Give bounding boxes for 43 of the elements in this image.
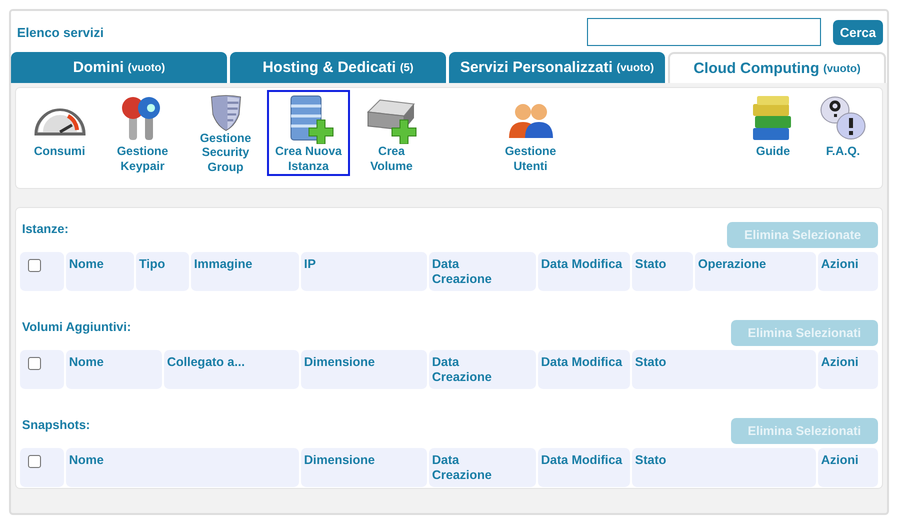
- section-title: Istanze:: [22, 222, 69, 236]
- column-header: Stato: [632, 252, 693, 291]
- toolbar-item[interactable]: Crea Volume: [350, 90, 433, 176]
- toolbar-item[interactable]: Consumi: [18, 90, 101, 176]
- toolbar-item[interactable]: Gestione Security Group: [184, 90, 267, 176]
- column-header: Data Modifica: [538, 350, 630, 389]
- column-header: Azioni: [818, 350, 878, 389]
- toolbar-item[interactable]: F.A.Q.: [808, 90, 878, 176]
- column-header: Data Creazione: [429, 350, 536, 389]
- page-title: Elenco servizi: [17, 24, 104, 40]
- column-header: IP: [301, 252, 427, 291]
- column-header: Immagine: [191, 252, 299, 291]
- tab[interactable]: Hosting & Dedicati (5): [230, 52, 446, 83]
- section-title: Volumi Aggiuntivi:: [22, 320, 132, 334]
- column-header: Dimensione: [301, 448, 427, 487]
- column-header: Data Modifica: [538, 252, 630, 291]
- toolbar-item[interactable]: Gestione Utenti: [489, 90, 572, 176]
- toolbar-item[interactable]: Crea Nuova Istanza: [267, 90, 350, 176]
- column-header: Operazione: [695, 252, 816, 291]
- column-header: Data Creazione: [429, 448, 536, 487]
- tab[interactable]: Servizi Personalizzati (vuoto): [449, 52, 665, 83]
- column-header: Azioni: [818, 252, 878, 291]
- select-all-checkbox[interactable]: [28, 259, 41, 272]
- toolbar-item[interactable]: Guide: [738, 90, 808, 176]
- column-header: Tipo: [136, 252, 189, 291]
- select-all-checkbox[interactable]: [28, 455, 41, 468]
- column-header: Collegato a...: [164, 350, 299, 389]
- column-header: Stato: [632, 350, 816, 389]
- tab[interactable]: Cloud Computing (vuoto): [668, 52, 886, 83]
- select-all-checkbox[interactable]: [28, 357, 41, 370]
- column-header: Dimensione: [301, 350, 427, 389]
- column-header: Nome: [66, 448, 299, 487]
- column-header: Azioni: [818, 448, 878, 487]
- toolbar-item[interactable]: Gestione Keypair: [101, 90, 184, 176]
- column-header: Data Modifica: [538, 448, 630, 487]
- search-field[interactable]: [586, 18, 821, 46]
- column-header: Nome: [66, 350, 162, 389]
- column-header: Stato: [632, 448, 816, 487]
- column-header: Nome: [66, 252, 134, 291]
- tab[interactable]: Domini (vuoto): [11, 52, 227, 83]
- section-title: Snapshots:: [22, 418, 90, 432]
- search-button[interactable]: Cerca: [832, 20, 883, 44]
- column-header: Data Creazione: [429, 252, 536, 291]
